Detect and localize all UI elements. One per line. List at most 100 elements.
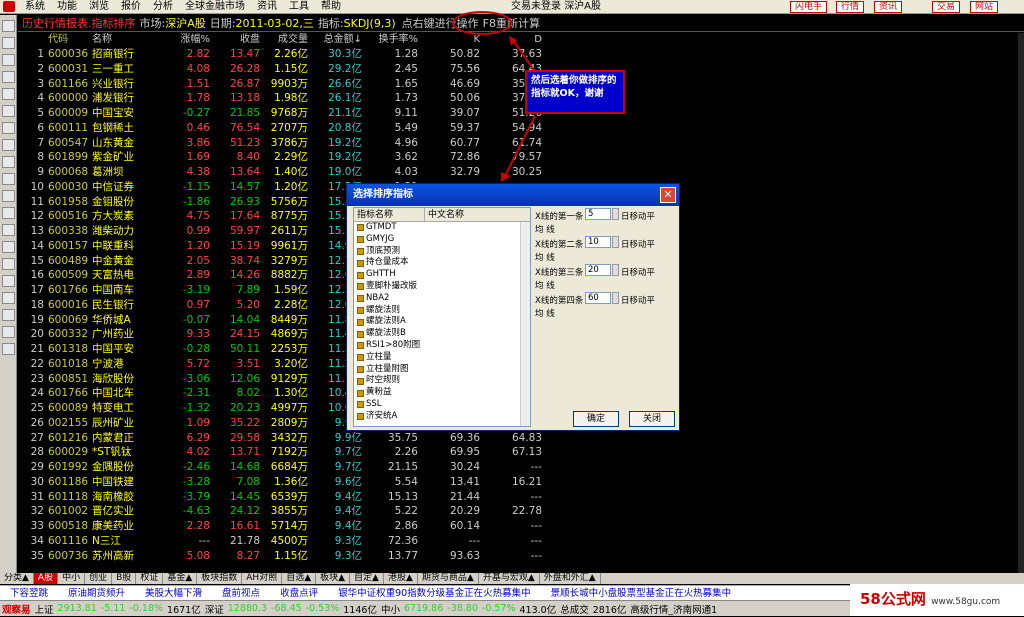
indicator-item[interactable]: 螺旋法则B [354, 328, 530, 340]
news-item[interactable]: 景顺长城中小盘股票型基金正在火热募集中 [541, 586, 742, 600]
col-header-change[interactable]: 涨幅% [150, 33, 210, 47]
menu-help[interactable]: 帮助 [315, 0, 347, 14]
news-item[interactable]: 盘前视点 [212, 586, 270, 600]
ma-period-input[interactable]: 5 [585, 208, 611, 220]
website-button[interactable]: 网站 [970, 1, 999, 13]
dialog-title-bar[interactable]: 选择排序指标 ✕ [347, 184, 679, 206]
menu-browse[interactable]: 浏览 [83, 0, 115, 14]
col-header-k[interactable]: K [418, 33, 480, 47]
col-header-turnover[interactable]: 换手率% [362, 33, 418, 47]
ma-period-input[interactable]: 60 [585, 292, 611, 304]
menu-function[interactable]: 功能 [51, 0, 83, 14]
col-header-name[interactable]: 名称 [88, 33, 150, 47]
tool-icon[interactable] [2, 309, 15, 321]
menu-system[interactable]: 系统 [19, 0, 51, 14]
table-row[interactable]: 35 600736 苏州高新 5.08 8.27 1.15亿 9.3亿 13.77 93.63 -… [18, 549, 1018, 564]
indicator-list[interactable]: 指标名称 中文名称 GTMDT GMYJG 顶底预测 持仓量成本 GHTTH 壹脚朴撮改版… [353, 207, 531, 427]
category-tab[interactable]: 开基与宏观▲ [479, 573, 540, 584]
category-tab[interactable]: 分类▲ [0, 573, 34, 584]
menu-quote[interactable]: 报价 [115, 0, 147, 14]
tool-icon[interactable] [2, 156, 15, 168]
tool-icon[interactable] [2, 258, 15, 270]
table-row[interactable]: 29 601992 金隅股份 -2.46 14.68 6684万 9.7亿 21.15 30.2… [18, 460, 1018, 475]
category-tab[interactable]: 基金▲ [163, 573, 198, 584]
tool-icon[interactable] [2, 343, 15, 355]
news-button[interactable]: 资讯 [874, 1, 903, 13]
category-tab[interactable]: 权证 [136, 573, 164, 584]
category-tab[interactable]: 自定▲ [350, 573, 384, 584]
category-tab[interactable]: 自选▲ [282, 573, 317, 584]
category-tab[interactable]: 港股▲ [384, 573, 418, 584]
indicator-item[interactable]: NBA2 [354, 293, 530, 305]
category-tab[interactable]: 板块指数 [197, 573, 243, 584]
spinner-icon[interactable] [612, 208, 619, 220]
indicator-item[interactable]: 立柱量附图 [354, 364, 530, 376]
tool-icon[interactable] [2, 139, 15, 151]
col-indicator-code[interactable]: 指标名称 [354, 208, 424, 221]
category-tab[interactable]: AH对照 [242, 573, 283, 584]
indicator-item[interactable]: 济安统A [354, 411, 530, 423]
quote-button[interactable]: 行情 [836, 1, 865, 13]
tool-icon[interactable] [2, 54, 15, 66]
tool-icon[interactable] [2, 122, 15, 134]
category-tab[interactable]: 创业 [85, 573, 113, 584]
close-button[interactable]: 关闭 [629, 411, 675, 427]
menu-analysis[interactable]: 分析 [147, 0, 179, 14]
flash-button[interactable]: 闪电手 [790, 1, 828, 13]
col-header-volume[interactable]: 成交量 [260, 33, 308, 47]
news-item[interactable]: 原油期货频升 [58, 586, 135, 600]
col-header-amount[interactable]: 总金额↓ [308, 33, 362, 47]
table-row[interactable]: 33 600518 康美药业 2.28 16.61 5714万 9.4亿 2.86 60.14 -… [18, 519, 1018, 534]
news-item[interactable]: 银华中证权重90指数分级基金正在火热募集中 [328, 586, 541, 600]
indicator-item[interactable]: 螺旋法则A [354, 316, 530, 328]
table-row[interactable]: 34 601116 N三江 --- 21.78 4500万 9.3亿 72.36 --- --- [18, 534, 1018, 549]
tool-icon[interactable] [2, 88, 15, 100]
tool-icon[interactable] [2, 326, 15, 338]
indicator-item[interactable]: 黄粉益 [354, 387, 530, 399]
indicator-item[interactable]: 时空规则 [354, 375, 530, 387]
server-site[interactable]: 高级行情_济南网通1 [628, 602, 719, 616]
category-tab[interactable]: 期货与商品▲ [418, 573, 479, 584]
category-tab[interactable]: A股 [33, 573, 59, 584]
tool-icon[interactable] [2, 105, 15, 117]
category-tab[interactable]: 外盘和外汇▲ [540, 573, 601, 584]
col-header-code[interactable]: 代码 [46, 33, 88, 47]
tool-icon[interactable] [2, 190, 15, 202]
ok-button[interactable]: 确定 [573, 411, 619, 427]
tool-icon[interactable] [2, 292, 15, 304]
tool-icon[interactable] [2, 37, 15, 49]
spinner-icon[interactable] [612, 236, 619, 248]
indicator-item[interactable]: 螺旋法则 [354, 305, 530, 317]
indicator-item[interactable]: RSI1>80附图 [354, 340, 530, 352]
spinner-icon[interactable] [612, 264, 619, 276]
table-scrollbar[interactable] [1018, 33, 1024, 573]
menu-global-market[interactable]: 全球金融市场 [179, 0, 251, 14]
col-header-close[interactable]: 收盘 [210, 33, 260, 47]
table-row[interactable]: 32 601002 晋亿实业 -4.63 24.12 3855万 9.4亿 5.22 20.29… [18, 504, 1018, 519]
indicator-item[interactable]: GHTTH [354, 269, 530, 281]
ma-period-input[interactable]: 20 [585, 264, 611, 276]
table-row[interactable]: 28 600029 *ST钒钛 4.02 13.71 7192万 9.7亿 2.26 69.95… [18, 445, 1018, 460]
table-row[interactable]: 31 601118 海南橡胶 -3.79 14.45 6539万 9.4亿 15.13 21.4… [18, 490, 1018, 505]
col-header-index[interactable] [18, 33, 46, 47]
indicator-item[interactable]: 持仓量成本 [354, 257, 530, 269]
table-row[interactable]: 27 601216 内蒙君正 6.29 29.58 3432万 9.9亿 35.75 69.36… [18, 431, 1018, 446]
ma-period-input[interactable]: 10 [585, 236, 611, 248]
indicator-item[interactable]: 立柱量 [354, 352, 530, 364]
news-item[interactable]: 收盘点评 [270, 586, 328, 600]
table-row[interactable]: 30 601186 中国铁建 -3.28 7.08 1.36亿 9.6亿 5.54 13.41 1… [18, 475, 1018, 490]
category-tab[interactable]: B股 [112, 573, 137, 584]
list-scrollbar[interactable] [520, 222, 530, 426]
trade-button[interactable]: 交易 [932, 1, 961, 13]
tool-icon[interactable] [2, 207, 15, 219]
indicator-item[interactable]: 壹脚朴撮改版 [354, 281, 530, 293]
category-tab[interactable]: 中小 [58, 573, 86, 584]
news-item[interactable]: 美股大幅下滑 [135, 586, 212, 600]
news-item[interactable]: 下容翌跳 [0, 586, 58, 600]
category-tab[interactable]: 板块▲ [316, 573, 351, 584]
close-icon[interactable]: ✕ [660, 187, 676, 203]
menu-info[interactable]: 资讯 [251, 0, 283, 14]
indicator-item[interactable]: GTMDT [354, 222, 530, 234]
tool-icon[interactable] [2, 20, 15, 32]
spinner-icon[interactable] [612, 292, 619, 304]
